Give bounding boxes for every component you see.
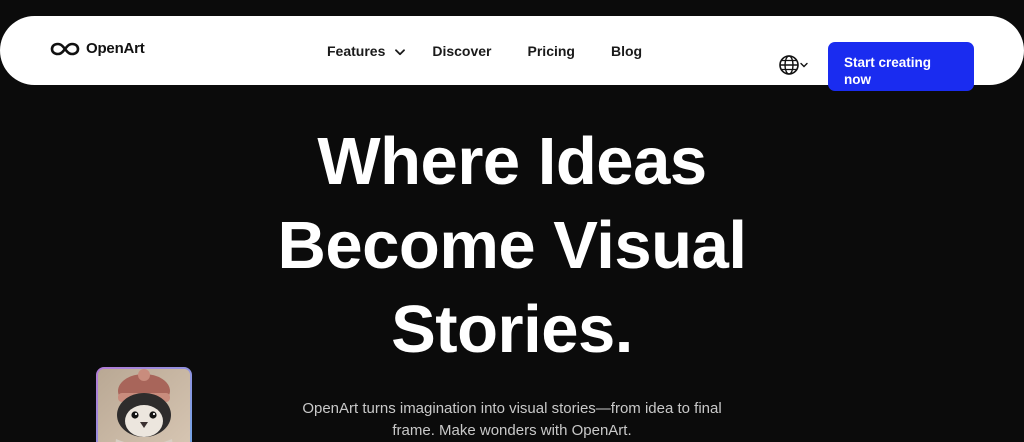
nav-features-label: Features bbox=[327, 43, 386, 59]
hero-subtitle-line1: OpenArt turns imagination into visual st… bbox=[302, 400, 722, 417]
nav-features[interactable]: Features bbox=[327, 43, 406, 59]
language-selector[interactable] bbox=[778, 54, 808, 76]
hero-subtitle-line2: frame. Make wonders with OpenArt. bbox=[392, 422, 632, 439]
hero-title-line3: Stories. bbox=[391, 292, 633, 367]
chevron-down-icon bbox=[800, 62, 808, 68]
globe-icon bbox=[778, 54, 800, 76]
hero-title-line2: Become Visual bbox=[277, 208, 747, 283]
nav-blog[interactable]: Blog bbox=[611, 43, 642, 59]
top-navigation-bar: OpenArt Features Discover Pricing Blog S… bbox=[0, 16, 1024, 91]
hero-title: Where Ideas Become Visual Stories. bbox=[0, 120, 1024, 372]
nav-pricing[interactable]: Pricing bbox=[528, 43, 575, 59]
hero-subtitle: OpenArt turns imagination into visual st… bbox=[262, 398, 762, 442]
hero-title-line1: Where Ideas bbox=[317, 124, 707, 199]
main-nav: Features Discover Pricing Blog bbox=[327, 41, 642, 61]
penguin-thumbnail[interactable] bbox=[96, 367, 192, 442]
penguin-image bbox=[98, 369, 190, 442]
nav-discover[interactable]: Discover bbox=[432, 43, 491, 59]
infinity-logo-icon bbox=[50, 41, 80, 57]
cta-label-line1: Start creating bbox=[844, 54, 932, 70]
logo-text: OpenArt bbox=[86, 40, 145, 57]
start-creating-button[interactable]: Start creating now bbox=[828, 42, 974, 91]
page: OpenArt Features Discover Pricing Blog S… bbox=[0, 0, 1024, 442]
openart-logo[interactable]: OpenArt bbox=[50, 40, 145, 57]
cta-label-line2: now bbox=[844, 71, 871, 87]
chevron-down-icon bbox=[395, 43, 406, 59]
